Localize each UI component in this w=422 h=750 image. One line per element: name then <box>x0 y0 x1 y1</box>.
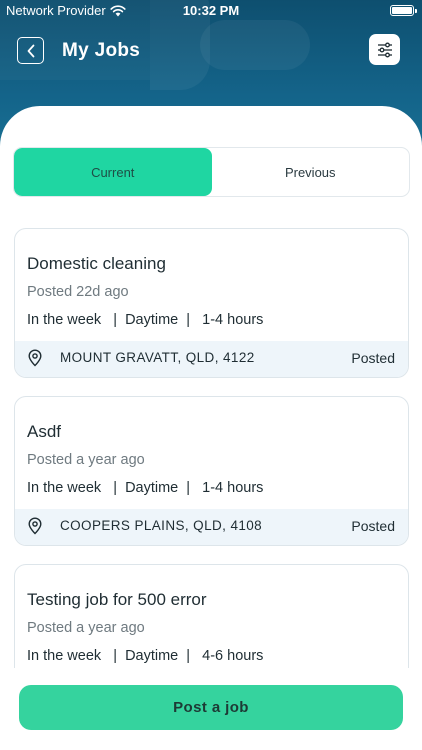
page-title: My Jobs <box>62 40 141 61</box>
job-posted: Posted a year ago <box>27 620 145 636</box>
job-status: Posted <box>351 518 395 534</box>
tab-previous[interactable]: Previous <box>212 148 410 196</box>
battery-icon <box>390 5 417 16</box>
status-bar: Network Provider 10:32 PM <box>0 0 422 22</box>
job-details: In the week | Daytime | 1-4 hours <box>27 312 264 328</box>
job-location: MOUNT GRAVATT, QLD, 4122 <box>60 350 255 365</box>
tab-current[interactable]: Current <box>14 148 212 196</box>
chevron-left-icon <box>27 44 34 57</box>
job-tabs: Current Previous <box>13 147 410 197</box>
job-card[interactable]: Asdf Posted a year ago In the week | Day… <box>14 396 409 546</box>
clock: 10:32 PM <box>182 3 240 18</box>
job-card[interactable]: Domestic cleaning Posted 22d ago In the … <box>14 228 409 378</box>
job-details: In the week | Daytime | 1-4 hours <box>27 480 264 496</box>
location-pin-icon <box>28 517 42 535</box>
location-pin-icon <box>28 349 42 367</box>
job-footer: MOUNT GRAVATT, QLD, 4122 Posted <box>15 341 408 377</box>
job-status: Posted <box>351 350 395 366</box>
job-footer: COOPERS PLAINS, QLD, 4108 Posted <box>15 509 408 545</box>
sliders-icon <box>377 42 392 57</box>
job-posted: Posted 22d ago <box>27 284 129 300</box>
job-posted: Posted a year ago <box>27 452 145 468</box>
back-button[interactable] <box>17 37 44 64</box>
job-details: In the week | Daytime | 4-6 hours <box>27 648 264 664</box>
job-title: Domestic cleaning <box>27 254 166 273</box>
job-title: Testing job for 500 error <box>27 590 207 609</box>
filter-button[interactable] <box>369 34 400 65</box>
post-job-button[interactable]: Post a job <box>19 685 403 730</box>
job-title: Asdf <box>27 422 62 441</box>
job-location: COOPERS PLAINS, QLD, 4108 <box>60 518 263 533</box>
